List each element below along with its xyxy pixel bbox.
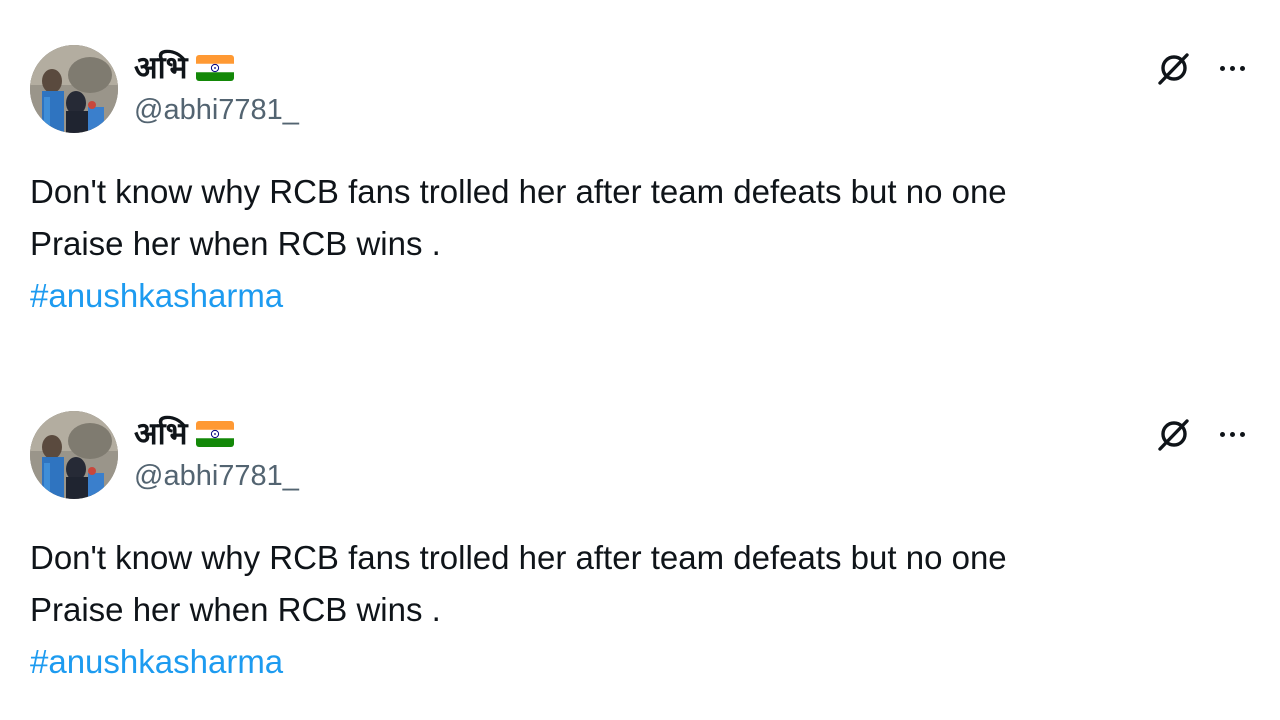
india-flag-icon xyxy=(195,421,234,447)
tweet-text-line: Praise her when RCB wins . xyxy=(30,591,441,628)
dot xyxy=(1229,431,1235,437)
tweet[interactable]: अभि @abhi7781_ Don't know why RCB fans t… xyxy=(0,366,1280,706)
hashtag-link[interactable]: #anushkasharma xyxy=(30,643,283,680)
tweet-text: Don't know why RCB fans trolled her afte… xyxy=(30,166,1250,322)
dot xyxy=(1219,65,1225,71)
author-name-row: अभि xyxy=(134,414,234,454)
grok-icon[interactable] xyxy=(1154,414,1194,454)
dot xyxy=(1239,65,1245,71)
display-name[interactable]: अभि xyxy=(134,48,188,88)
display-name[interactable]: अभि xyxy=(134,414,188,454)
author-name-row: अभि xyxy=(134,48,234,88)
tweet-text: Don't know why RCB fans trolled her afte… xyxy=(30,532,1250,688)
india-flag-icon xyxy=(195,55,234,81)
avatar-photo xyxy=(30,411,118,499)
tweet-feed: अभि @abhi7781_ Don't know why RCB fans t… xyxy=(0,0,1280,720)
dot xyxy=(1229,65,1235,71)
dot xyxy=(1239,431,1245,437)
dot xyxy=(1219,431,1225,437)
grok-icon[interactable] xyxy=(1154,48,1194,88)
avatar-photo xyxy=(30,45,118,133)
tweet-text-line: Praise her when RCB wins . xyxy=(30,225,441,262)
tweet-text-line: Don't know why RCB fans trolled her afte… xyxy=(30,539,1007,576)
avatar[interactable] xyxy=(30,45,118,133)
tweet[interactable]: अभि @abhi7781_ Don't know why RCB fans t… xyxy=(0,0,1280,340)
more-options-icon[interactable] xyxy=(1214,420,1250,448)
avatar[interactable] xyxy=(30,411,118,499)
tweet-text-line: Don't know why RCB fans trolled her afte… xyxy=(30,173,1007,210)
author-handle[interactable]: @abhi7781_ xyxy=(134,92,299,128)
more-options-icon[interactable] xyxy=(1214,54,1250,82)
hashtag-link[interactable]: #anushkasharma xyxy=(30,277,283,314)
author-handle[interactable]: @abhi7781_ xyxy=(134,458,299,494)
